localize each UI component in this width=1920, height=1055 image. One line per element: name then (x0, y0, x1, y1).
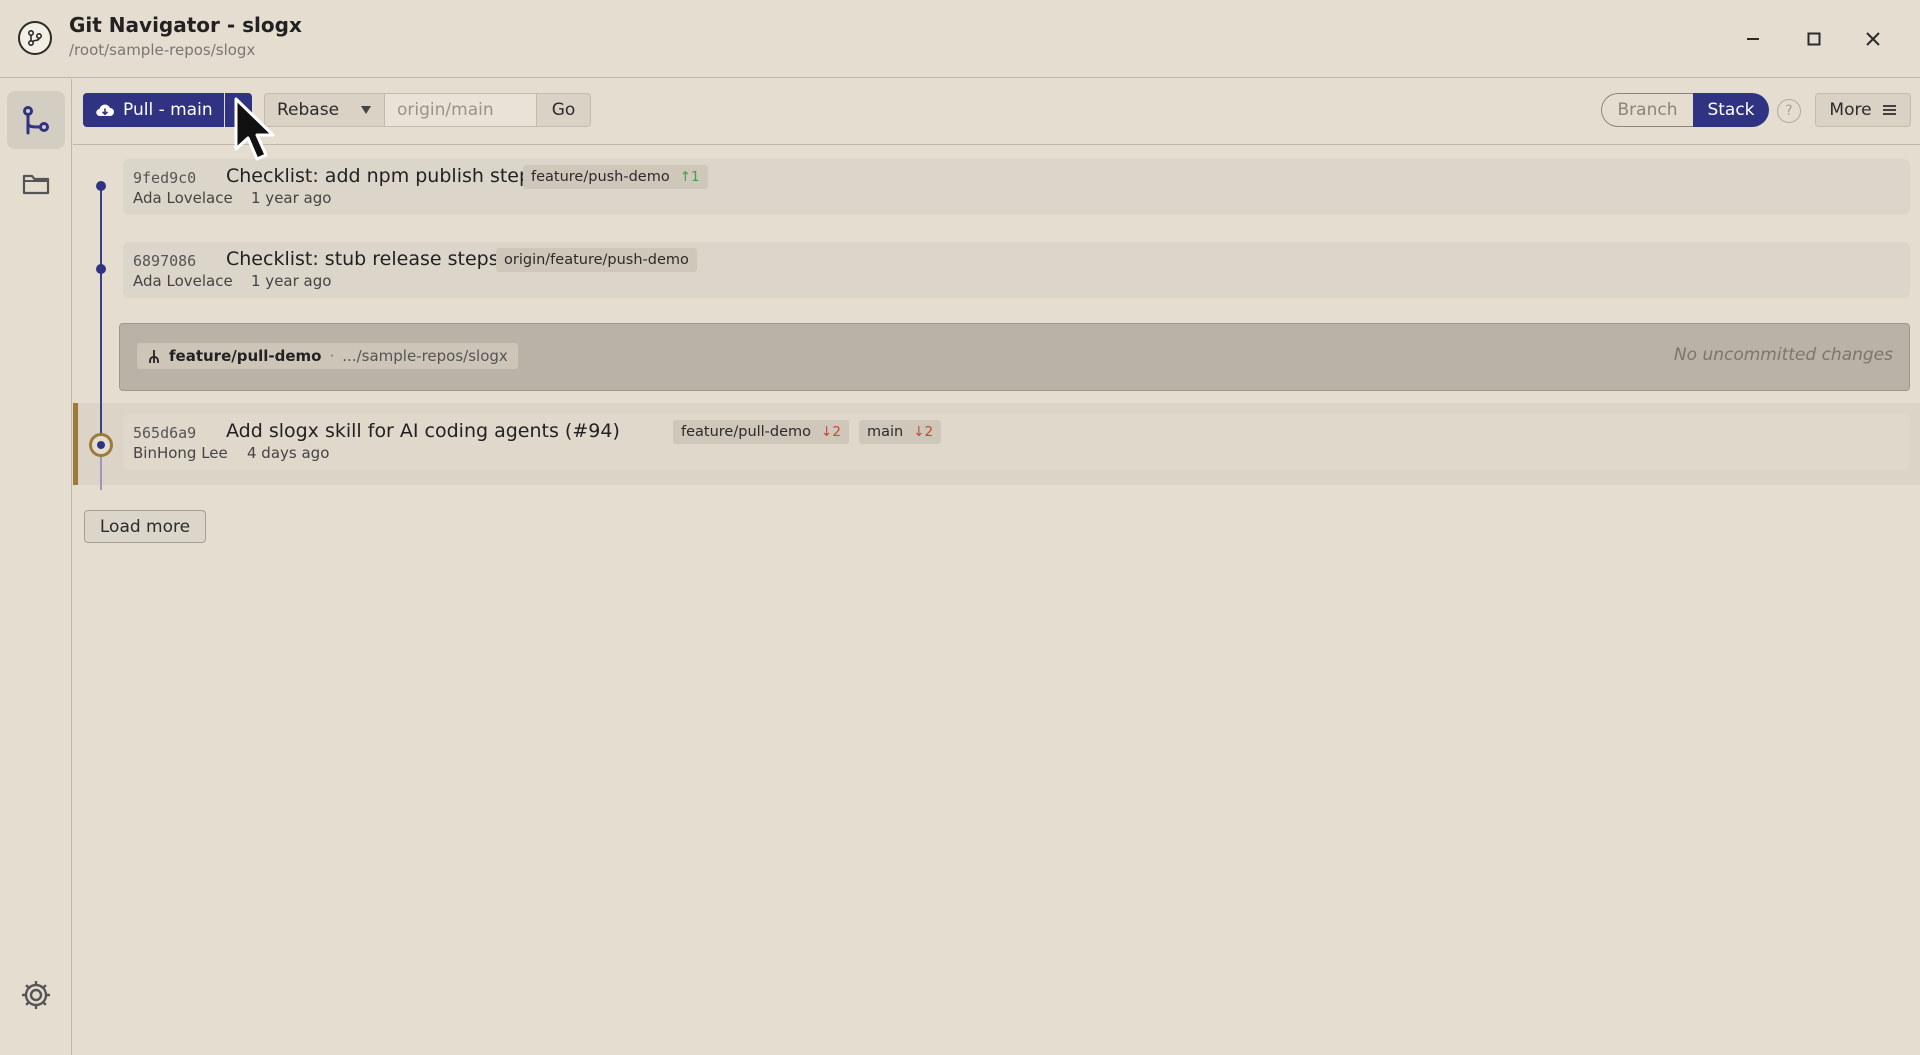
commit-row[interactable]: 6897086 Checklist: stub release steps Ad… (123, 242, 1910, 298)
graph-edge (100, 186, 102, 434)
behind-count: ↓2 (913, 424, 934, 440)
commit-date: 4 days ago (247, 444, 330, 462)
pull-options-dropdown[interactable] (225, 93, 252, 127)
branch-tag[interactable]: main ↓2 (859, 420, 942, 444)
hamburger-menu-icon (1882, 105, 1896, 115)
worktree-status: No uncommitted changes (1673, 345, 1893, 365)
behind-count: ↓2 (821, 424, 841, 440)
pull-mode-select[interactable]: Rebase (264, 93, 385, 127)
gear-icon (22, 981, 50, 1009)
branch-tag[interactable]: feature/push-demo ↑1 (523, 165, 708, 189)
view-toggle-stack[interactable]: Stack (1693, 93, 1769, 127)
commit-hash: 565d6a9 (133, 424, 197, 442)
commit-node (96, 181, 106, 191)
target-branch-input[interactable] (385, 93, 537, 127)
view-toggle-branch[interactable]: Branch (1601, 93, 1693, 127)
branch-tag[interactable]: origin/feature/push-demo (496, 248, 697, 272)
close-button[interactable] (1856, 22, 1890, 56)
maximize-button[interactable] (1797, 22, 1831, 56)
go-button[interactable]: Go (537, 93, 591, 127)
commit-subject: Checklist: add npm publish step (226, 165, 532, 187)
load-more-button[interactable]: Load more (84, 510, 206, 543)
commit-author: BinHong Lee (133, 444, 228, 462)
rail-item-graph[interactable] (7, 91, 65, 149)
side-rail (0, 79, 72, 1055)
commit-author: Ada Lovelace (133, 272, 233, 290)
rail-item-files[interactable] (7, 155, 65, 213)
dropdown-triangle-icon (361, 106, 371, 114)
branch-tag-name: origin/feature/push-demo (504, 252, 689, 268)
pull-mode-value: Rebase (277, 100, 340, 120)
window-title: Git Navigator - slogx (69, 13, 302, 37)
commit-hash: 6897086 (133, 252, 197, 270)
worktree-path: .../sample-repos/slogx (342, 347, 508, 365)
commit-row[interactable]: 9fed9c0 Checklist: add npm publish step … (123, 159, 1910, 215)
toolbar: Pull - main Rebase Go Branch Stack ? Mor… (73, 79, 1920, 145)
worktree-separator: · (329, 347, 335, 365)
branch-tag[interactable]: feature/pull-demo ↓2 (673, 420, 849, 444)
maximize-icon (1807, 32, 1821, 46)
commit-row-head[interactable]: 565d6a9 Add slogx skill for AI coding ag… (123, 414, 1910, 470)
git-graph-icon (23, 106, 49, 135)
minimize-icon (1747, 38, 1759, 40)
commit-subject: Checklist: stub release steps (226, 248, 499, 270)
commit-subject: Add slogx skill for AI coding agents (#9… (226, 420, 620, 442)
branch-tag-name: feature/push-demo (531, 169, 670, 185)
app-logo-icon (18, 21, 52, 55)
ahead-count: ↑1 (679, 169, 700, 185)
pull-button[interactable]: Pull - main (83, 93, 224, 127)
chevron-down-icon (233, 107, 244, 114)
commit-date: 1 year ago (251, 272, 332, 290)
worktree-label: feature/pull-demo · .../sample-repos/slo… (137, 343, 518, 369)
branch-tag-name: main (867, 424, 904, 440)
head-commit-node (89, 433, 113, 457)
settings-button[interactable] (7, 966, 65, 1024)
cloud-download-icon (96, 104, 114, 117)
worktree-panel[interactable]: feature/pull-demo · .../sample-repos/slo… (119, 323, 1910, 391)
minimize-button[interactable] (1736, 22, 1770, 56)
more-menu-button[interactable]: More (1815, 93, 1911, 127)
commit-hash: 9fed9c0 (133, 169, 197, 187)
worktree-branch: feature/pull-demo (169, 347, 322, 365)
close-icon (1866, 32, 1880, 46)
more-button-label: More (1829, 100, 1872, 120)
branch-tag-name: feature/pull-demo (681, 424, 812, 440)
worktree-branch-icon (149, 350, 159, 364)
pull-button-label: Pull - main (123, 100, 213, 120)
commit-date: 1 year ago (251, 189, 332, 207)
commit-node (96, 264, 106, 274)
commit-author: Ada Lovelace (133, 189, 233, 207)
commit-graph: 9fed9c0 Checklist: add npm publish step … (73, 146, 1920, 1055)
help-button[interactable]: ? (1777, 99, 1801, 123)
folder-icon (22, 174, 50, 195)
title-bar: Git Navigator - slogx /root/sample-repos… (0, 0, 1920, 78)
repo-path: /root/sample-repos/slogx (69, 41, 256, 59)
